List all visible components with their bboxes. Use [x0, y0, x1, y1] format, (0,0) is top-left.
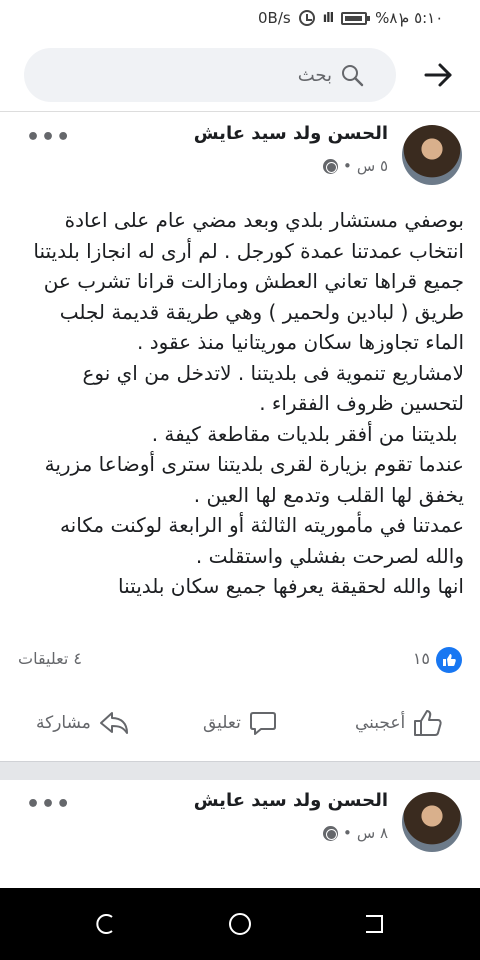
search-input[interactable] — [132, 60, 332, 90]
signal-icon: ıll — [322, 10, 334, 26]
network-speed: 0B/s — [258, 9, 291, 27]
more-dots-icon[interactable]: ••• — [26, 127, 71, 149]
more-dots-icon[interactable]: ••• — [26, 794, 71, 816]
search-bar[interactable] — [24, 48, 396, 102]
feed-divider — [0, 761, 480, 780]
comment-label: تعليق — [203, 713, 241, 733]
post-meta: ٨ س • — [322, 824, 388, 842]
post: الحسن ولد سيد عايش ٥ س • ••• بوصفي مستشا… — [0, 113, 480, 761]
post-author[interactable]: الحسن ولد سيد عايش — [194, 123, 388, 144]
home-icon[interactable] — [226, 910, 254, 938]
share-button[interactable]: مشاركة — [36, 698, 129, 748]
avatar[interactable] — [402, 125, 462, 185]
post-body: بوصفي مستشار بلدي وبعد مضي عام على اعادة… — [33, 208, 464, 598]
post: الحسن ولد سيد عايش ٨ س • ••• — [0, 780, 480, 890]
system-nav-bar — [0, 888, 480, 960]
globe-icon — [322, 158, 338, 174]
like-label: أعجبني — [355, 713, 406, 733]
post-actions: مشاركة تعليق أعجبني — [0, 698, 480, 748]
like-reaction-icon[interactable] — [436, 647, 462, 673]
post-author[interactable]: الحسن ولد سيد عايش — [194, 790, 388, 811]
thumbs-up-icon — [414, 710, 442, 736]
post-time[interactable]: ٥ س — [357, 157, 388, 175]
avatar[interactable] — [402, 792, 462, 852]
comment-bubble-icon — [249, 712, 276, 735]
reactions-bar: ١٥ ٤ تعليقات — [0, 647, 480, 673]
meta-separator: • — [342, 157, 352, 175]
post-time[interactable]: ٨ س — [357, 824, 388, 842]
post-meta: ٥ س • — [322, 157, 388, 175]
status-icons: 0B/s ıll %٨١ — [258, 9, 405, 27]
battery-icon — [341, 11, 371, 25]
search-header — [0, 36, 480, 112]
share-label: مشاركة — [36, 713, 91, 733]
comment-count[interactable]: ٤ تعليقات — [18, 649, 82, 668]
recent-apps-icon[interactable] — [92, 910, 120, 938]
meta-separator: • — [342, 824, 352, 842]
like-button[interactable]: أعجبني — [355, 698, 443, 748]
comment-button[interactable]: تعليق — [203, 698, 277, 748]
clock: ٥:١٠ م — [400, 9, 444, 27]
globe-icon — [322, 825, 338, 841]
search-icon — [342, 65, 364, 87]
like-count[interactable]: ١٥ — [413, 649, 430, 668]
share-arrow-icon — [99, 712, 128, 734]
back-arrow-icon[interactable] — [420, 60, 456, 90]
status-bar: 0B/s ıll %٨١ ٥:١٠ م — [0, 0, 480, 36]
nav-back-icon[interactable] — [360, 910, 388, 938]
alarm-icon — [298, 10, 315, 26]
